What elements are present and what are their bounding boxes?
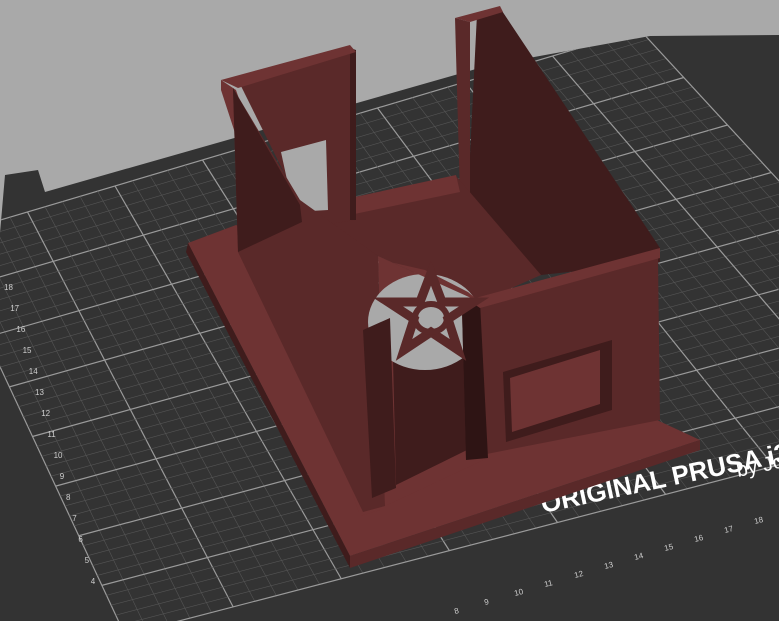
- bed-tick-label-left: 9: [60, 472, 65, 481]
- 3d-viewport[interactable]: 18 17 16 15 14 13 12 11 10 9 8 7 6 5 4 8 9 10 11 12 13 14 15 16…: [0, 0, 779, 621]
- bed-tick-label-left: 6: [78, 535, 83, 544]
- bed-tick-label-left: 14: [29, 367, 38, 376]
- scene-canvas: 1817161514131211109876548910111213141516…: [0, 0, 779, 621]
- bed-tick-label-left: 15: [23, 346, 32, 355]
- bed-tick-label-left: 18: [4, 283, 13, 292]
- bed-tick-label-left: 11: [47, 430, 56, 439]
- bed-tick-label-left: 7: [72, 514, 77, 523]
- bed-tick-label-left: 12: [41, 409, 50, 418]
- back-left-post: [350, 48, 356, 220]
- bed-tick-label-left: 17: [10, 304, 19, 313]
- bed-tick-label-left: 13: [35, 388, 44, 397]
- bed-tick-label-left: 5: [85, 556, 90, 565]
- bed-tick-label-left: 10: [54, 451, 63, 460]
- bed-tick-label-left: 4: [91, 577, 96, 586]
- bed-tick-label-left: 16: [16, 325, 25, 334]
- bed-tick-label-left: 8: [66, 493, 71, 502]
